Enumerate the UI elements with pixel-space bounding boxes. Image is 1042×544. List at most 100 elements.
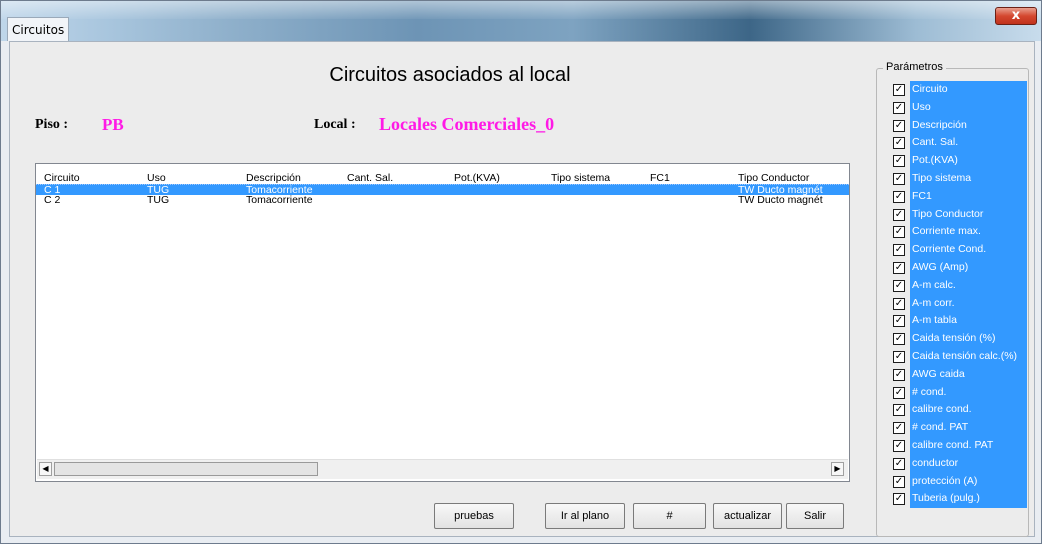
column-header-cant-sal[interactable]: Cant. Sal. bbox=[347, 173, 442, 184]
parameter-label: Caida tensión calc.(%) bbox=[910, 347, 1027, 366]
checkbox-checked-icon[interactable]: ✓ bbox=[893, 208, 905, 221]
parameter-label: AWG caida bbox=[910, 365, 1027, 384]
checkbox-checked-icon[interactable]: ✓ bbox=[893, 422, 905, 435]
checkbox-checked-icon[interactable]: ✓ bbox=[893, 404, 905, 417]
list-cell: Tomacorriente bbox=[246, 195, 313, 206]
parametros-checklist: ✓ Circuito ✓ Uso ✓ Descripción ✓ Cant. Sal. ✓ Pot… bbox=[890, 81, 1027, 509]
actualizar-button[interactable]: actualizar bbox=[713, 503, 782, 529]
list-cell: C 2 bbox=[44, 195, 61, 206]
list-cell: Tomacorriente bbox=[246, 185, 313, 195]
horizontal-scrollbar[interactable]: ◀ ▶ bbox=[37, 459, 848, 479]
parameter-item[interactable]: ✓ Corriente Cond. bbox=[890, 241, 1027, 259]
checkbox-checked-icon[interactable]: ✓ bbox=[893, 350, 905, 363]
checkbox-checked-icon[interactable]: ✓ bbox=[893, 475, 905, 488]
parameter-label: Caida tensión (%) bbox=[910, 330, 1027, 348]
list-cell: TW Ducto magnét bbox=[738, 185, 823, 195]
parameter-label: protección (A) bbox=[910, 472, 1027, 491]
parameter-label: calibre cond. bbox=[910, 401, 1027, 420]
parameter-item[interactable]: ✓ Corriente max. bbox=[890, 223, 1027, 242]
ir-al-plano-button[interactable]: Ir al plano bbox=[545, 503, 625, 529]
parameter-label: A-m calc. bbox=[910, 276, 1027, 295]
title-bar[interactable]: Circuitos x bbox=[1, 1, 1041, 41]
checkbox-checked-icon[interactable]: ✓ bbox=[893, 368, 905, 381]
local-value: Locales Comerciales_0 bbox=[379, 114, 555, 134]
parameter-label: Uso bbox=[910, 98, 1027, 117]
checkbox-checked-icon[interactable]: ✓ bbox=[893, 386, 905, 399]
checkbox-checked-icon[interactable]: ✓ bbox=[893, 119, 905, 132]
parameter-item[interactable]: ✓ Caida tensión (%) bbox=[890, 330, 1027, 348]
checkbox-checked-icon[interactable]: ✓ bbox=[893, 261, 905, 274]
parameter-item[interactable]: ✓ A-m calc. bbox=[890, 276, 1027, 295]
parameter-label: A-m corr. bbox=[910, 294, 1027, 313]
parameter-item[interactable]: ✓ A-m tabla bbox=[890, 312, 1027, 331]
list-header-row: Circuito Uso Descripción Cant. Sal. Pot.… bbox=[36, 173, 849, 184]
checkbox-checked-icon[interactable]: ✓ bbox=[893, 172, 905, 185]
parameter-label: Circuito bbox=[910, 81, 1027, 99]
parameter-item[interactable]: ✓ calibre cond. bbox=[890, 401, 1027, 420]
checkbox-checked-icon[interactable]: ✓ bbox=[893, 439, 905, 452]
checkbox-checked-icon[interactable]: ✓ bbox=[893, 226, 905, 239]
parameter-label: Tipo sistema bbox=[910, 169, 1027, 188]
parameter-item[interactable]: ✓ Tipo Conductor bbox=[890, 205, 1027, 224]
parameter-item[interactable]: ✓ Descripción bbox=[890, 116, 1027, 135]
checkbox-checked-icon[interactable]: ✓ bbox=[893, 279, 905, 292]
parameter-label: # cond. PAT bbox=[910, 419, 1027, 437]
close-button[interactable]: x bbox=[995, 7, 1037, 25]
parameter-item[interactable]: ✓ AWG (Amp) bbox=[890, 258, 1027, 277]
list-cell: C 1 bbox=[44, 185, 61, 195]
column-header-descripcion[interactable]: Descripción bbox=[246, 173, 341, 184]
parameter-item[interactable]: ✓ AWG caida bbox=[890, 365, 1027, 384]
parameter-item[interactable]: ✓ A-m corr. bbox=[890, 294, 1027, 313]
parameter-item[interactable]: ✓ Cant. Sal. bbox=[890, 134, 1027, 153]
scrollbar-thumb[interactable] bbox=[54, 462, 318, 476]
checkbox-checked-icon[interactable]: ✓ bbox=[893, 101, 905, 114]
parameter-item[interactable]: ✓ Uso bbox=[890, 98, 1027, 117]
checkbox-checked-icon[interactable]: ✓ bbox=[893, 457, 905, 470]
parameter-item[interactable]: ✓ Pot.(KVA) bbox=[890, 152, 1027, 170]
parameter-label: calibre cond. PAT bbox=[910, 436, 1027, 455]
parameter-label: FC1 bbox=[910, 187, 1027, 206]
parameter-item[interactable]: ✓ FC1 bbox=[890, 187, 1027, 206]
parameter-item[interactable]: ✓ Tipo sistema bbox=[890, 169, 1027, 188]
checkbox-checked-icon[interactable]: ✓ bbox=[893, 244, 905, 257]
scroll-left-icon[interactable]: ◀ bbox=[39, 462, 52, 476]
checkbox-checked-icon[interactable]: ✓ bbox=[893, 493, 905, 506]
list-row[interactable]: C 2 TUG Tomacorriente TW Ducto magnét bbox=[36, 195, 849, 206]
column-header-pot-kva[interactable]: Pot.(KVA) bbox=[454, 173, 549, 184]
column-header-circuito[interactable]: Circuito bbox=[44, 173, 144, 184]
piso-value: PB bbox=[102, 115, 124, 134]
title-bar-glass bbox=[1, 1, 1041, 19]
parameter-item[interactable]: ✓ protección (A) bbox=[890, 472, 1027, 491]
parameter-item[interactable]: ✓ Caida tensión calc.(%) bbox=[890, 347, 1027, 366]
circuits-list-view[interactable]: Circuito Uso Descripción Cant. Sal. Pot.… bbox=[35, 163, 850, 482]
column-header-uso[interactable]: Uso bbox=[147, 173, 237, 184]
checkbox-checked-icon[interactable]: ✓ bbox=[893, 190, 905, 203]
checkbox-checked-icon[interactable]: ✓ bbox=[893, 315, 905, 328]
list-row-selected[interactable]: C 1 TUG Tomacorriente TW Ducto magnét bbox=[36, 184, 849, 195]
hash-button[interactable]: # bbox=[633, 503, 706, 529]
salir-button[interactable]: Salir bbox=[786, 503, 844, 529]
column-header-tipo-sistema[interactable]: Tipo sistema bbox=[551, 173, 646, 184]
parameter-item[interactable]: ✓ Tuberia (pulg.) bbox=[890, 490, 1027, 509]
parameter-label: Cant. Sal. bbox=[910, 134, 1027, 153]
form-body: Circuitos asociados al local Piso : PB L… bbox=[9, 41, 1035, 537]
parameter-label: Pot.(KVA) bbox=[910, 152, 1027, 170]
parameter-label: A-m tabla bbox=[910, 312, 1027, 331]
checkbox-checked-icon[interactable]: ✓ bbox=[893, 297, 905, 310]
checkbox-checked-icon[interactable]: ✓ bbox=[893, 137, 905, 150]
parameter-item[interactable]: ✓ # cond. PAT bbox=[890, 419, 1027, 437]
checkbox-checked-icon[interactable]: ✓ bbox=[893, 333, 905, 346]
parameter-item[interactable]: ✓ calibre cond. PAT bbox=[890, 436, 1027, 455]
parameter-item[interactable]: ✓ # cond. bbox=[890, 383, 1027, 402]
scroll-right-icon[interactable]: ▶ bbox=[831, 462, 844, 476]
column-header-tipo-conductor[interactable]: Tipo Conductor bbox=[738, 173, 849, 184]
piso-label: Piso : bbox=[35, 117, 69, 132]
checkbox-checked-icon[interactable]: ✓ bbox=[893, 155, 905, 168]
parameter-item[interactable]: ✓ conductor bbox=[890, 454, 1027, 473]
checkbox-checked-icon[interactable]: ✓ bbox=[893, 84, 905, 96]
parameter-item[interactable]: ✓ Circuito bbox=[890, 81, 1027, 99]
parameter-label: Corriente max. bbox=[910, 223, 1027, 242]
parameter-label: # cond. bbox=[910, 383, 1027, 402]
column-header-fc1[interactable]: FC1 bbox=[650, 173, 735, 184]
pruebas-button[interactable]: pruebas bbox=[434, 503, 514, 529]
